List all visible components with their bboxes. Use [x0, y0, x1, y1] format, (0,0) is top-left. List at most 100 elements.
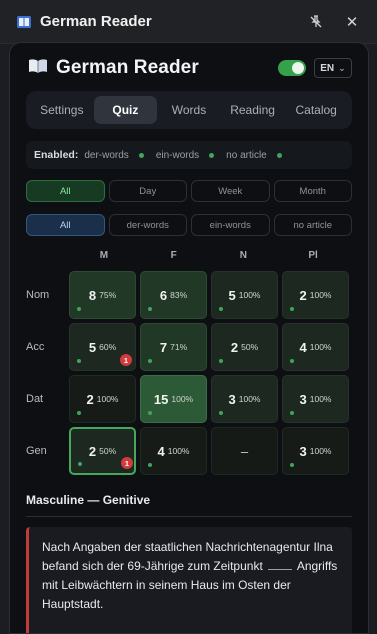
- mistake-badge: 1: [120, 354, 132, 366]
- toggle-knob: [292, 62, 304, 74]
- grid-cell-dat-pl[interactable]: 3 100%: [282, 375, 349, 423]
- cell-count: –: [240, 443, 249, 459]
- language-select[interactable]: EN ⌄: [314, 58, 352, 78]
- status-dot: [148, 359, 152, 363]
- cell-percent: 50%: [99, 446, 117, 456]
- status-dot: [290, 307, 294, 311]
- cell-count: 4: [157, 443, 165, 459]
- cell-count: 6: [159, 287, 168, 303]
- cell-percent: 50%: [241, 342, 259, 352]
- time-filter-week[interactable]: Week: [191, 180, 270, 202]
- unpin-icon[interactable]: [305, 11, 327, 33]
- cell-count: 2: [230, 339, 239, 355]
- cell-percent: 100%: [238, 394, 261, 404]
- status-dot: [148, 307, 152, 311]
- grid-cell-nom-m[interactable]: 8 75%: [69, 271, 136, 319]
- grid-cell-nom-n[interactable]: 5 100%: [211, 271, 278, 319]
- section-title: Masculine — Genitive: [26, 493, 352, 517]
- cell-percent: 100%: [309, 290, 332, 300]
- mistake-badge: 1: [121, 457, 133, 469]
- status-dot: [148, 411, 152, 415]
- side-panel-title: German Reader: [40, 13, 152, 30]
- status-dot: [138, 152, 144, 158]
- cell-count: 5: [88, 339, 97, 355]
- cell-percent: 100%: [309, 446, 332, 456]
- tab-words[interactable]: Words: [157, 96, 221, 124]
- open-book-icon: [28, 58, 48, 79]
- answer-blank[interactable]: [268, 558, 293, 570]
- cell-count: 2: [299, 287, 307, 303]
- status-dot: [219, 411, 223, 415]
- cell-percent: 100%: [96, 394, 119, 404]
- status-dot: [209, 152, 215, 158]
- quiz-sentence: Nach Angaben der staatlichen Nachrichten…: [26, 527, 352, 633]
- cell-percent: 100%: [171, 394, 194, 404]
- row-label-acc: Acc: [26, 341, 45, 353]
- type-filter-no-article[interactable]: no article: [273, 214, 352, 236]
- status-dot: [290, 463, 294, 467]
- cell-count: 2: [86, 391, 94, 407]
- type-filter-der-words[interactable]: der-words: [108, 214, 187, 236]
- tab-catalog[interactable]: Catalog: [284, 96, 348, 124]
- column-header-neuter: N: [239, 250, 247, 261]
- status-dot: [77, 307, 81, 311]
- row-label-dat: Dat: [26, 393, 44, 405]
- grid-row-dat: Dat 2 100% 15 100% 3 100% 3 100%: [10, 375, 368, 423]
- cell-count: 7: [159, 339, 168, 355]
- column-header-plural: Pl: [308, 250, 318, 261]
- time-filter-group: All Day Week Month: [26, 180, 352, 202]
- grid-cell-dat-m[interactable]: 2 100%: [69, 375, 136, 423]
- grid-cell-gen-n[interactable]: –: [211, 427, 278, 475]
- cell-percent: 100%: [238, 290, 261, 300]
- cell-count: 2: [88, 443, 97, 459]
- type-filter-all[interactable]: All: [26, 214, 105, 236]
- case-gender-grid: M F N Pl Nom 8 75% 6 83% 5 100% 2 100% Acc 5…: [10, 250, 368, 475]
- grid-row-gen: Gen 2 50% 1 4 100% – 3 100%: [10, 427, 368, 475]
- grid-cell-gen-pl[interactable]: 3 100%: [282, 427, 349, 475]
- grid-cell-acc-n[interactable]: 2 50%: [211, 323, 278, 371]
- grid-cell-dat-n[interactable]: 3 100%: [211, 375, 278, 423]
- time-filter-month[interactable]: Month: [273, 180, 352, 202]
- cell-count: 3: [299, 391, 307, 407]
- grid-cell-gen-f[interactable]: 4 100%: [140, 427, 207, 475]
- type-filter-ein-words[interactable]: ein-words: [191, 214, 270, 236]
- cell-count: 3: [299, 443, 307, 459]
- grid-row-acc: Acc 5 60% 1 7 71% 2 50% 4 100%: [10, 323, 368, 371]
- cell-count: 15: [153, 391, 169, 407]
- cell-percent: 100%: [167, 446, 190, 456]
- book-app-icon: [16, 14, 32, 30]
- type-filter-group: All der-words ein-words no article: [26, 214, 352, 236]
- grid-cell-dat-f[interactable]: 15 100%: [140, 375, 207, 423]
- tab-quiz[interactable]: Quiz: [93, 96, 158, 124]
- status-dot: [276, 152, 282, 158]
- cell-count: 5: [228, 287, 236, 303]
- close-icon[interactable]: ✕: [341, 11, 363, 33]
- grid-row-nom: Nom 8 75% 6 83% 5 100% 2 100%: [10, 271, 368, 319]
- language-value: EN: [320, 62, 335, 74]
- tab-settings[interactable]: Settings: [30, 96, 94, 124]
- grid-cell-nom-pl[interactable]: 2 100%: [282, 271, 349, 319]
- page-title: German Reader: [56, 57, 199, 78]
- grid-column-headers: M F N Pl: [10, 250, 368, 261]
- time-filter-day[interactable]: Day: [108, 180, 187, 202]
- column-header-masculine: M: [99, 250, 109, 261]
- cell-percent: 75%: [99, 290, 117, 300]
- status-dot: [78, 462, 82, 466]
- grid-cell-acc-m[interactable]: 5 60% 1: [69, 323, 136, 371]
- enable-toggle[interactable]: [278, 60, 306, 76]
- tab-reading[interactable]: Reading: [221, 96, 285, 124]
- tab-bar: Settings Quiz Words Reading Catalog: [26, 91, 352, 129]
- enabled-label: Enabled:: [34, 149, 79, 161]
- status-dot: [219, 359, 223, 363]
- cell-count: 8: [88, 287, 97, 303]
- status-dot: [148, 463, 152, 467]
- grid-cell-acc-pl[interactable]: 4 100%: [282, 323, 349, 371]
- grid-cell-nom-f[interactable]: 6 83%: [140, 271, 207, 319]
- cell-count: 3: [228, 391, 236, 407]
- status-dot: [290, 359, 294, 363]
- grid-cell-acc-f[interactable]: 7 71%: [140, 323, 207, 371]
- status-dot: [290, 411, 294, 415]
- grid-cell-gen-m[interactable]: 2 50% 1: [69, 427, 136, 475]
- time-filter-all[interactable]: All: [26, 180, 105, 202]
- row-label-gen: Gen: [26, 445, 47, 457]
